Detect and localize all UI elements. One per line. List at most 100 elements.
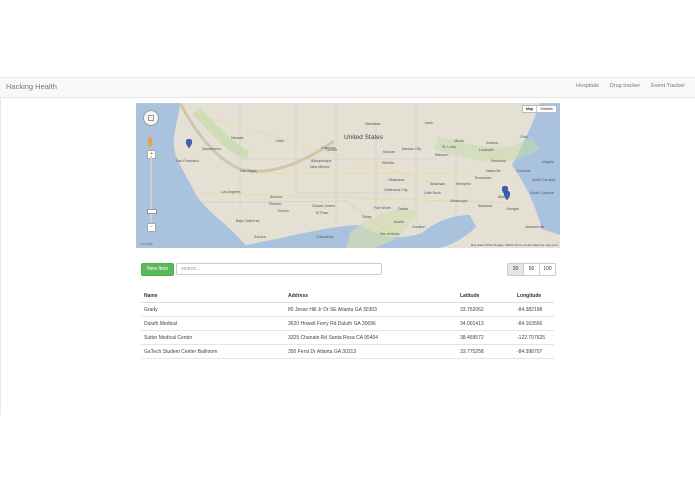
map-label: Louisville — [479, 148, 494, 152]
cell-longitude: -84.398707 — [514, 344, 554, 359]
map-label: Nashville — [486, 169, 501, 173]
map-label: Nebraska — [365, 122, 381, 126]
map-label: Baja California — [236, 219, 260, 223]
cell-address: 80 Jesse Hill Jr Dr SE Atlanta GA 30303 — [285, 302, 457, 317]
map-label: Ohio — [520, 135, 528, 139]
map-label: Fort Worth — [374, 206, 391, 210]
map-label: Iowa — [425, 121, 433, 125]
page-size-100-button[interactable]: 100 — [540, 264, 555, 275]
cell-longitude: -84.382198 — [514, 302, 554, 317]
map-label: Oklahoma City — [384, 188, 408, 192]
map-label: Missouri — [435, 153, 449, 157]
map-terrain — [136, 103, 560, 248]
map-marker-icon[interactable] — [186, 139, 192, 148]
brand-title[interactable]: Hacking Health — [6, 82, 57, 91]
page-size-selector: 20 50 100 — [507, 263, 556, 276]
cell-latitude: 33.752062 — [457, 302, 514, 317]
map-label: Indiana — [486, 141, 498, 145]
map-label: Ciudad Juarez — [312, 204, 336, 208]
pan-control-icon[interactable] — [143, 110, 159, 126]
nav-links: Hospitals Drug tracker Event Tracker — [576, 83, 685, 89]
map-label: Virginia — [542, 160, 554, 164]
column-header-name[interactable]: Name — [141, 290, 285, 303]
map-label: Illinois — [454, 139, 464, 143]
table-row[interactable]: Grady 80 Jesse Hill Jr Dr SE Atlanta GA … — [141, 302, 554, 317]
map-marker-icon[interactable] — [504, 191, 510, 200]
map-label: Kansas City — [402, 147, 422, 151]
map-label: Arkansas — [430, 182, 445, 186]
map-label: Sonora — [254, 235, 266, 239]
map-label: Tucson — [277, 209, 289, 213]
cell-latitude: 33.775258 — [457, 344, 514, 359]
hospital-map[interactable]: United States Nevada Utah Colorado Kansa… — [136, 103, 560, 248]
column-header-longitude[interactable]: Longitude — [514, 290, 554, 303]
zoom-slider-handle[interactable] — [147, 209, 157, 214]
cell-address: 350 Ferst Dr Atlanta GA 30313 — [285, 344, 457, 359]
cell-address: 3620 Howell Ferry Rd Duluth GA 30096 — [285, 316, 457, 331]
street-view-pegman-icon[interactable] — [148, 137, 152, 147]
map-label: Sacramento — [202, 147, 222, 151]
map-label: Kansas — [383, 150, 395, 154]
google-logo: Google — [140, 241, 153, 246]
map-label: San Francisco — [176, 159, 199, 163]
map-label: Utah — [276, 139, 284, 143]
table-header-row: Name Address Latitude Longitude — [141, 290, 554, 303]
table-row[interactable]: Sutter Medical Center 3325 Chanate Rd Sa… — [141, 330, 554, 345]
map-label: New Mexico — [310, 165, 330, 169]
map-label: Los Angeles — [221, 190, 241, 194]
hospitals-table: Name Address Latitude Longitude Grady 80… — [141, 290, 554, 359]
map-label: Texas — [362, 215, 372, 219]
map-label: Georgia — [506, 207, 519, 211]
cell-address: 3325 Chanate Rd Santa Rosa CA 95404 — [285, 330, 457, 345]
table-row[interactable]: GaTech Student Center Ballroom 350 Ferst… — [141, 344, 554, 359]
map-label: El Paso — [316, 211, 329, 215]
map-label: Wichita — [382, 161, 394, 165]
map-label: Tennessee — [474, 176, 492, 180]
map-label: Oklahoma — [388, 178, 405, 182]
map-label: Memphis — [456, 182, 471, 186]
map-label: Houston — [412, 225, 426, 229]
map-label: Austin — [394, 220, 404, 224]
nav-link-event-tracker[interactable]: Event Tracker — [651, 83, 685, 89]
cell-longitude: -122.707625 — [514, 330, 554, 345]
map-label: Albuquerque — [311, 159, 332, 163]
map-label: Little Rock — [424, 191, 441, 195]
cell-name: GaTech Student Center Ballroom — [141, 344, 285, 359]
table-row[interactable]: Duluth Medical 3620 Howell Ferry Rd Dulu… — [141, 316, 554, 331]
cell-latitude: 34.001413 — [457, 316, 514, 331]
page-size-50-button[interactable]: 50 — [524, 264, 540, 275]
map-label: Denver — [326, 148, 338, 152]
map-label: South Carolina — [530, 191, 554, 195]
map-country-label: United States — [344, 134, 384, 141]
map-type-map[interactable]: Map — [523, 106, 538, 112]
cell-name: Duluth Medical — [141, 316, 285, 331]
map-label: Mississippi — [450, 199, 468, 203]
map-type-satellite[interactable]: Satellite — [537, 106, 556, 112]
map-label: Jacksonville — [525, 225, 545, 229]
nav-link-hospitals[interactable]: Hospitals — [576, 83, 599, 89]
map-label: Alabama — [478, 204, 493, 208]
search-input[interactable] — [176, 263, 382, 275]
column-header-address[interactable]: Address — [285, 290, 457, 303]
page-divider — [0, 97, 1, 415]
map-label: Dallas — [398, 207, 408, 211]
cell-name: Sutter Medical Center — [141, 330, 285, 345]
map-label: San Antonio — [380, 232, 400, 236]
page-size-20-button[interactable]: 20 — [508, 264, 524, 275]
navbar: Hacking Health Hospitals Drug tracker Ev… — [0, 77, 695, 98]
map-label: Nevada — [231, 136, 244, 140]
map-label: Arizona — [270, 195, 283, 199]
cell-latitude: 38.469572 — [457, 330, 514, 345]
column-header-latitude[interactable]: Latitude — [457, 290, 514, 303]
zoom-out-button[interactable]: − — [147, 223, 156, 232]
map-type-toggle: Map Satellite — [522, 105, 557, 113]
nav-link-drug-tracker[interactable]: Drug tracker — [610, 83, 640, 89]
map-label: North Carolina — [532, 178, 556, 182]
map-label: Charlotte — [516, 169, 531, 173]
map-label: Kentucky — [491, 159, 506, 163]
map-label: Chihuahua — [316, 235, 334, 239]
map-label: Las Vegas — [240, 169, 257, 173]
cell-name: Grady — [141, 302, 285, 317]
new-item-button[interactable]: New Item — [141, 263, 174, 276]
map-attribution[interactable]: Map data ©2014 Google, INEGI Terms of Us… — [471, 243, 558, 247]
